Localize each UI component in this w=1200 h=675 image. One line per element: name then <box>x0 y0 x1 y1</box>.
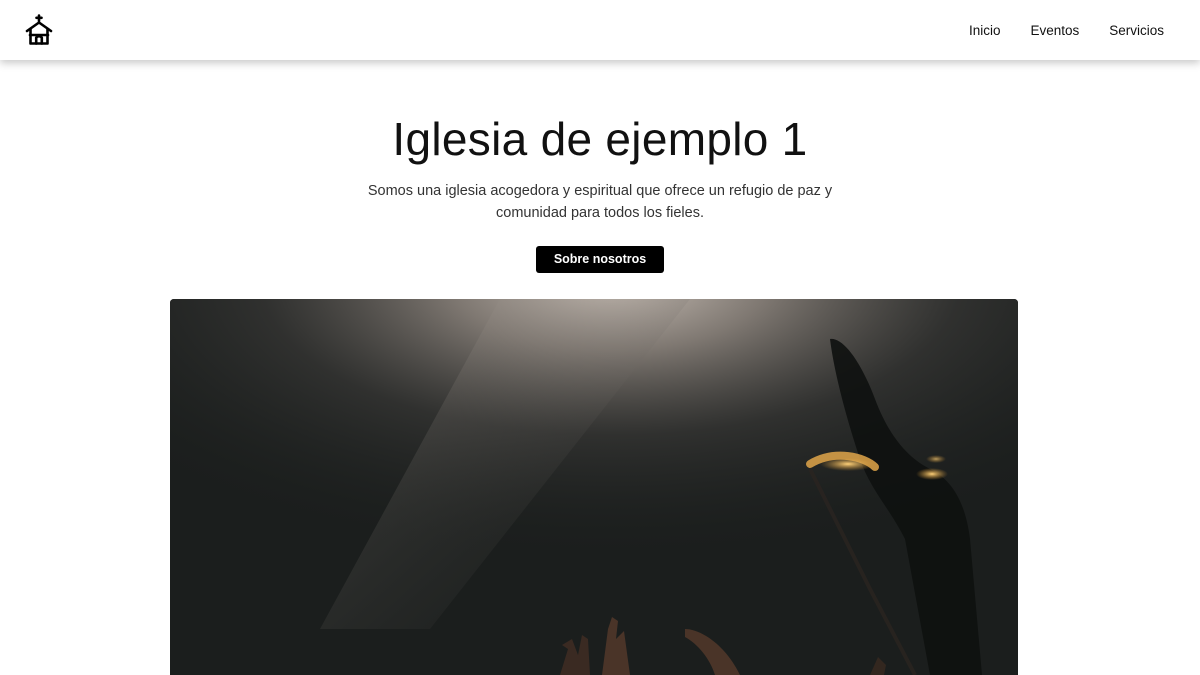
navbar: Inicio Eventos Servicios <box>0 0 1200 60</box>
nav-link-eventos[interactable]: Eventos <box>1030 23 1079 38</box>
nav-link-servicios[interactable]: Servicios <box>1109 23 1164 38</box>
hero-section: Iglesia de ejemplo 1 Somos una iglesia a… <box>0 60 1200 273</box>
church-icon[interactable] <box>24 14 54 46</box>
hero-description: Somos una iglesia acogedora y espiritual… <box>367 183 833 221</box>
nav-link-inicio[interactable]: Inicio <box>969 23 1001 38</box>
main-nav: Inicio Eventos Servicios <box>969 0 1164 60</box>
page-title: Iglesia de ejemplo 1 <box>392 113 808 165</box>
hero-image <box>170 299 1018 675</box>
about-us-button[interactable]: Sobre nosotros <box>535 246 665 273</box>
